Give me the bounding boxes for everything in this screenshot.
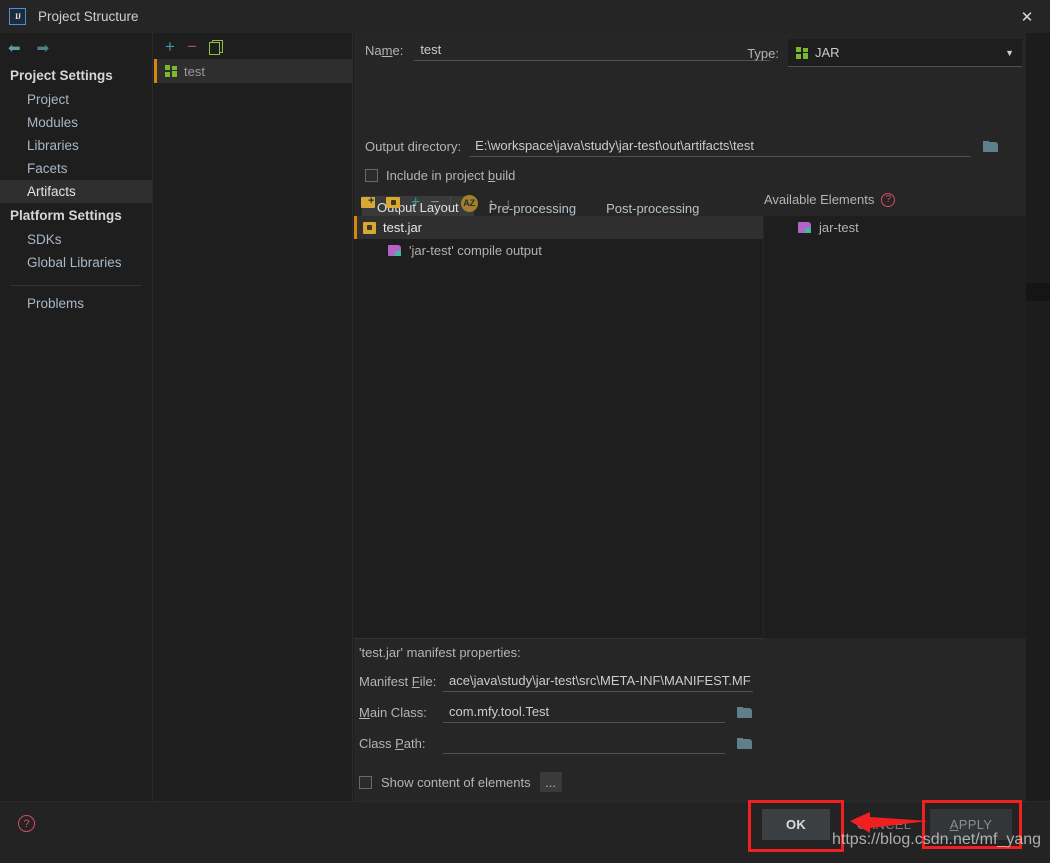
title-bar: IJ Project Structure ✕ — [0, 0, 1050, 33]
main-class-row: Main Class: com.mfy.tool.Test — [354, 697, 763, 728]
copy-icon[interactable] — [208, 39, 223, 55]
tree-row-label: jar-test — [819, 220, 859, 235]
folder-icon[interactable] — [737, 706, 752, 719]
output-layout-tree: test.jar 'jar-test' compile output — [354, 216, 763, 638]
checkbox-box — [359, 775, 372, 789]
tree-row[interactable]: jar-test — [764, 216, 1026, 239]
add-directory-icon[interactable] — [361, 195, 376, 210]
type-dropdown[interactable]: JAR ▼ — [788, 39, 1022, 67]
checkbox-box — [365, 169, 378, 182]
jar-artifact-icon — [165, 65, 177, 77]
sidebar-item-global-libraries[interactable]: Global Libraries — [0, 251, 152, 274]
cancel-button[interactable]: CANCEL — [845, 809, 923, 840]
type-label: Type: — [747, 45, 779, 61]
sidebar-item-artifacts[interactable]: Artifacts — [0, 180, 152, 203]
module-output-icon — [388, 244, 402, 257]
main-class-input[interactable]: com.mfy.tool.Test — [443, 702, 725, 723]
tree-row-label: 'jar-test' compile output — [409, 243, 542, 258]
manifest-file-row: Manifest File: ace\java\study\jar-test\s… — [354, 666, 763, 697]
type-selected-value: JAR — [815, 45, 840, 60]
toolbar-divider — [449, 196, 451, 210]
background-window-strip — [1026, 33, 1050, 801]
chevron-down-icon: ▼ — [1005, 47, 1014, 58]
sidebar-item-sdks[interactable]: SDKs — [0, 228, 152, 251]
add-element-button[interactable]: + — [411, 195, 420, 211]
available-elements-label: Available Elements — [764, 192, 875, 207]
remove-element-button[interactable]: − — [430, 195, 439, 211]
help-icon[interactable]: ? — [881, 192, 896, 207]
folder-icon[interactable] — [983, 140, 999, 153]
folder-icon[interactable] — [737, 737, 752, 750]
add-artifact-button[interactable]: + — [165, 38, 175, 55]
output-directory-input[interactable]: E:\workspace\java\study\jar-test\out\art… — [469, 136, 972, 157]
sidebar-item-facets[interactable]: Facets — [0, 157, 152, 180]
help-icon[interactable]: ? — [18, 815, 35, 832]
tree-row[interactable]: 'jar-test' compile output — [354, 239, 763, 262]
project-structure-dialog: IJ Project Structure ✕ ⬅ ➡ Project Setti… — [0, 0, 1050, 863]
arrow-left-icon[interactable]: ⬅ — [8, 41, 21, 56]
sidebar-item-problems[interactable]: Problems — [0, 292, 152, 315]
remove-artifact-button[interactable]: − — [187, 38, 197, 55]
platform-settings-group-title: Platform Settings — [10, 208, 122, 223]
include-in-build-checkbox[interactable]: Include in project build — [365, 168, 515, 183]
output-directory-label: Output directory: — [365, 139, 462, 154]
artifacts-list-panel: + − test — [154, 33, 353, 801]
show-content-checkbox[interactable] — [359, 775, 372, 789]
sidebar-nav-arrows: ⬅ ➡ — [0, 33, 152, 63]
available-elements-header: Available Elements ? — [764, 192, 896, 207]
module-output-icon — [798, 221, 812, 234]
name-input[interactable]: test — [414, 40, 771, 61]
sidebar-item-project[interactable]: Project — [0, 88, 152, 111]
include-in-build-label: Include in project build — [386, 168, 516, 183]
available-elements-tree: jar-test — [764, 216, 1026, 638]
manifest-area: 'test.jar' manifest properties: Manifest… — [354, 639, 763, 759]
class-path-row: Class Path: — [354, 728, 763, 759]
background-window-strip — [1026, 283, 1050, 301]
main-class-label: Main Class: — [359, 705, 427, 720]
sidebar-divider — [10, 285, 142, 286]
show-content-label: Show content of elements — [381, 774, 531, 790]
output-directory-row: Output directory: E:\workspace\java\stud… — [365, 136, 1020, 157]
sidebar-item-modules[interactable]: Modules — [0, 111, 152, 134]
ok-button[interactable]: OK — [762, 809, 830, 840]
sidebar-item-libraries[interactable]: Libraries — [0, 134, 152, 157]
manifest-file-input[interactable]: ace\java\study\jar-test\src\META-INF\MAN… — [443, 671, 753, 692]
apply-button[interactable]: A PPLY — [930, 809, 1012, 840]
move-down-icon[interactable]: ↓ — [505, 196, 512, 210]
output-layout-toolbar: + − AZ ↑ ↓ — [355, 192, 763, 214]
list-item[interactable]: test — [154, 59, 352, 83]
page-title: Project Structure — [38, 9, 139, 24]
type-row: Type: JAR ▼ — [747, 39, 1022, 67]
show-content-row: Show content of elements ... — [359, 772, 562, 792]
project-settings-group-title: Project Settings — [10, 68, 113, 83]
class-path-label: Class Path: — [359, 736, 426, 751]
artifact-name-label: test — [184, 63, 205, 79]
manifest-section-title: 'test.jar' manifest properties: — [359, 645, 521, 660]
settings-sidebar: ⬅ ➡ Project Settings Project Modules Lib… — [0, 33, 153, 801]
artifacts-toolbar: + − — [154, 33, 352, 59]
move-up-icon[interactable]: ↑ — [488, 196, 495, 210]
sort-icon[interactable]: AZ — [460, 194, 478, 212]
tree-row[interactable]: test.jar — [354, 216, 763, 239]
more-options-button[interactable]: ... — [539, 772, 562, 792]
arrow-right-icon[interactable]: ➡ — [37, 41, 50, 56]
tree-row-label: test.jar — [383, 220, 423, 235]
name-label: Name: — [365, 43, 404, 58]
add-archive-icon[interactable] — [386, 196, 401, 210]
jar-file-icon — [363, 221, 376, 234]
jar-artifact-icon — [796, 46, 808, 59]
manifest-file-label: Manifest File: — [359, 674, 437, 689]
intellij-logo-icon: IJ — [9, 8, 26, 25]
class-path-input[interactable] — [443, 733, 725, 754]
close-icon[interactable]: ✕ — [1004, 0, 1050, 33]
